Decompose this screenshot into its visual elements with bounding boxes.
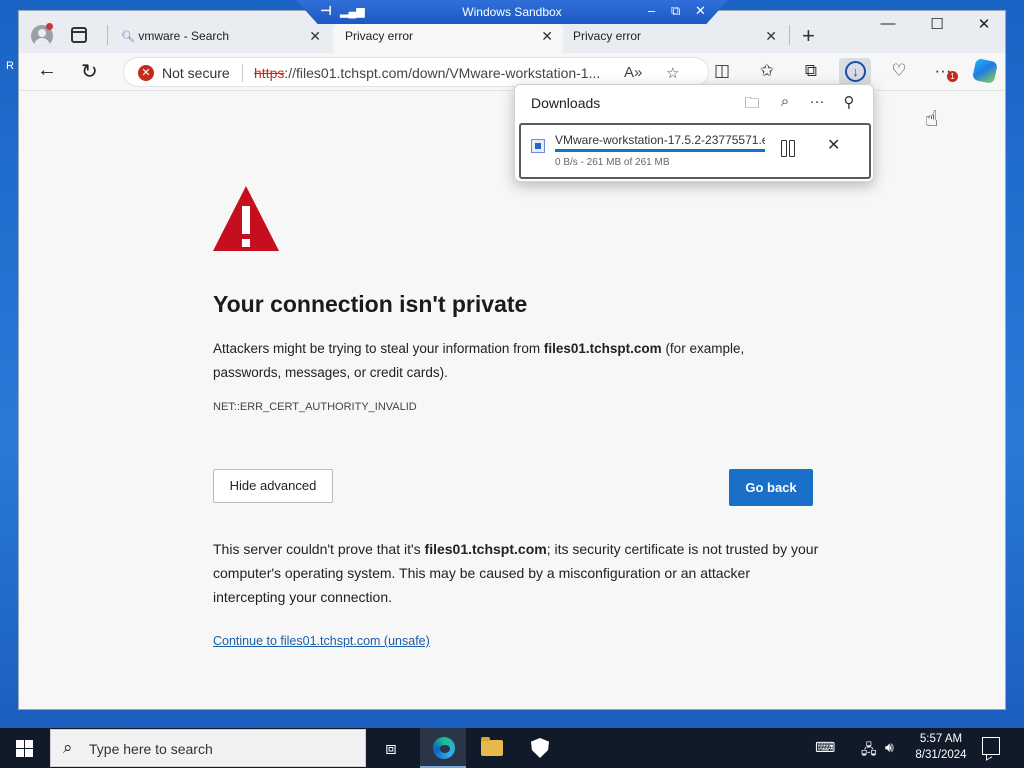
taskbar-clock[interactable]: 5:57 AM 8/31/2024 <box>908 731 974 763</box>
browser-essentials-icon[interactable]: ♡ <box>886 61 912 81</box>
tab-actions-icon[interactable] <box>71 27 87 43</box>
downloads-title: Downloads <box>531 95 601 111</box>
address-separator <box>242 64 243 82</box>
tab-privacy-error-active[interactable]: Privacy error ✕ <box>333 23 563 53</box>
error-page: Your connection isn't private Attackers … <box>19 91 1005 709</box>
maximize-button[interactable]: ☐ <box>922 15 952 33</box>
edge-icon <box>433 737 455 759</box>
url-text[interactable]: https://files01.tchspt.com/down/VMware-w… <box>254 65 614 81</box>
profile-alert-dot <box>46 23 53 30</box>
downloads-icon: ↓ <box>845 61 866 82</box>
address-bar[interactable]: ✕ Not secure https://files01.tchspt.com/… <box>123 57 709 87</box>
tab-separator <box>789 25 790 45</box>
warning-triangle-icon <box>213 186 279 251</box>
go-back-button[interactable]: Go back <box>729 469 813 506</box>
download-item[interactable]: VMware-workstation-17.5.2-23775571.exe 0… <box>519 123 871 179</box>
cancel-download-icon[interactable]: ✕ <box>827 135 840 155</box>
new-tab-button[interactable]: + <box>802 23 815 49</box>
split-screen-icon[interactable]: ◫ <box>709 61 735 81</box>
search-downloads-icon[interactable]: ⌕ <box>774 93 796 110</box>
search-placeholder: Type here to search <box>89 741 213 757</box>
tab-close-icon[interactable]: ✕ <box>309 28 321 45</box>
clock-date: 8/31/2024 <box>915 749 967 761</box>
downloads-button[interactable]: ↓ <box>839 58 871 86</box>
start-button[interactable] <box>0 728 48 768</box>
tab-title: Privacy error <box>345 29 414 43</box>
tab-close-icon[interactable]: ✕ <box>765 28 777 45</box>
tab-title: vmware - Search <box>138 29 230 43</box>
domain-name: files01.tchspt.com <box>543 341 662 356</box>
volume-icon[interactable]: 🔊︎ <box>885 739 894 756</box>
search-icon: 🔍︎ <box>121 31 135 43</box>
tab-vmware-search[interactable]: 🔍︎ vmware - Search ✕ <box>109 23 331 53</box>
edge-taskbar-button[interactable] <box>420 728 466 768</box>
sandbox-title: Windows Sandbox <box>462 5 562 19</box>
windows-logo-icon <box>16 740 24 748</box>
tab-separator <box>107 25 108 45</box>
favorites-icon[interactable]: ✩ <box>754 61 780 81</box>
pin-flyout-icon[interactable]: ⚲ <box>838 93 860 111</box>
download-progress-fill <box>555 149 765 152</box>
network-icon[interactable]: 🖧︎ <box>861 739 877 763</box>
hide-advanced-button[interactable]: Hide advanced <box>213 469 333 503</box>
tab-privacy-error[interactable]: Privacy error ✕ <box>561 23 787 53</box>
advanced-paragraph: This server couldn't prove that it's fil… <box>213 537 823 609</box>
download-progress-bar <box>555 149 765 152</box>
collections-icon[interactable]: ⧉ <box>798 61 824 81</box>
folder-icon <box>481 737 503 756</box>
copilot-icon[interactable] <box>971 57 999 85</box>
clock-time: 5:57 AM <box>919 733 963 745</box>
back-arrow-icon[interactable]: ← <box>37 59 57 82</box>
more-options-icon[interactable]: ··· <box>806 93 828 110</box>
error-code: NET::ERR_CERT_AUTHORITY_INVALID <box>213 401 417 413</box>
downloads-flyout: Downloads 🗀︎ ⌕ ··· ⚲ VMware-workstation-… <box>514 84 874 182</box>
security-app-button[interactable] <box>516 728 562 768</box>
domain-name: files01.tchspt.com <box>424 541 547 557</box>
file-icon <box>531 139 545 153</box>
not-secure-label[interactable]: Not secure <box>162 65 230 81</box>
shield-icon <box>531 738 549 758</box>
tab-close-icon[interactable]: ✕ <box>541 28 553 45</box>
refresh-icon[interactable]: ↻ <box>81 59 98 84</box>
continue-unsafe-link[interactable]: Continue to files01.tchspt.com (unsafe) <box>213 634 430 648</box>
not-secure-icon: ✕ <box>138 65 154 81</box>
taskbar-search-box[interactable]: ⌕ Type here to search <box>50 729 366 767</box>
detail-text: This server couldn't prove that it's <box>213 541 425 557</box>
minimize-button[interactable]: — <box>873 15 903 32</box>
url-protocol: https <box>254 65 285 81</box>
read-aloud-icon[interactable]: A» <box>624 64 642 81</box>
hand-cursor-icon: ☝ <box>925 106 939 131</box>
page-heading: Your connection isn't private <box>213 291 528 317</box>
sandbox-close-button[interactable]: ✕ <box>695 3 706 19</box>
favorite-star-icon[interactable]: ☆ <box>666 64 679 82</box>
intro-text: Attackers might be trying to steal your … <box>213 341 544 356</box>
tab-title: Privacy error <box>573 29 642 43</box>
open-folder-icon[interactable]: 🗀︎ <box>741 93 763 118</box>
desktop-edge-letter: R <box>6 60 14 72</box>
notification-center-icon[interactable] <box>982 737 1000 755</box>
url-rest: ://files01.tchspt.com/down/VMware-workst… <box>284 65 601 81</box>
pause-icon[interactable] <box>779 139 799 157</box>
notification-badge: 1 <box>947 71 958 82</box>
task-view-icon[interactable]: ⧈ <box>368 728 414 768</box>
download-status: 0 B/s - 261 MB of 261 MB <box>555 157 670 168</box>
close-window-button[interactable]: ✕ <box>969 15 999 33</box>
file-explorer-button[interactable] <box>468 728 514 768</box>
sandbox-title-bar: ⊣ ▂▄▆ Windows Sandbox – ⧉ ✕ <box>296 0 728 24</box>
intro-paragraph: Attackers might be trying to steal your … <box>213 337 793 385</box>
sandbox-restore-button[interactable]: ⧉ <box>671 3 680 19</box>
sandbox-minimize-button[interactable]: – <box>648 3 655 18</box>
keyboard-icon[interactable]: ⌨ <box>815 739 835 756</box>
download-filename[interactable]: VMware-workstation-17.5.2-23775571.exe <box>555 133 765 147</box>
search-icon: ⌕ <box>63 738 73 757</box>
taskbar: ⌕ Type here to search ⧈ ⌨ 🖧︎ 🔊︎ 5:57 AM … <box>0 728 1024 768</box>
